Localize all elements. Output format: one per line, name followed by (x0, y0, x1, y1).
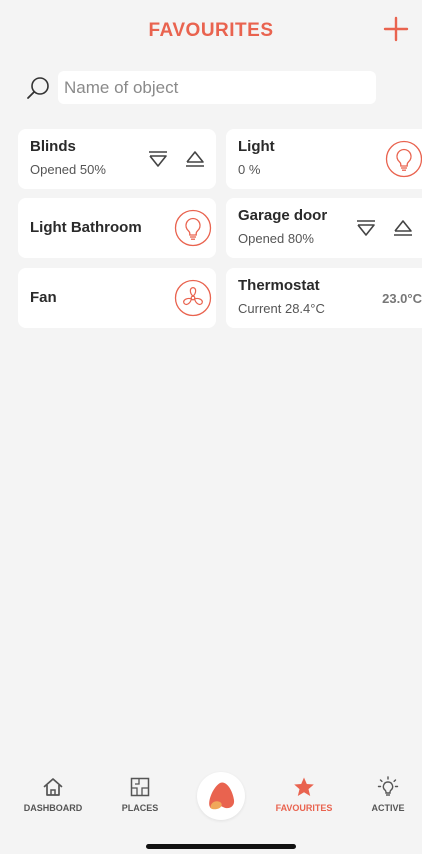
lightbulb-icon (377, 776, 399, 798)
card-garage-door[interactable]: Garage door Opened 80% (226, 198, 422, 258)
nav-label: ACTIVE (371, 803, 405, 813)
card-name: Blinds (30, 138, 76, 155)
card-light[interactable]: Light 0 % (226, 129, 422, 189)
thermostat-setpoint[interactable]: 23.0°C (382, 291, 422, 306)
home-icon (42, 776, 64, 798)
search-bar (0, 70, 422, 106)
search-icon[interactable] (26, 75, 52, 101)
card-thermostat[interactable]: Thermostat Current 28.4°C 23.0°C (226, 268, 422, 328)
fan-icon[interactable] (174, 279, 212, 317)
card-blinds[interactable]: Blinds Opened 50% (18, 129, 216, 189)
bottom-nav: DASHBOARD PLACES FAVOURITES ACTIVE (0, 766, 422, 836)
nav-item-active[interactable]: ACTIVE (346, 776, 422, 816)
card-fan[interactable]: Fan (18, 268, 216, 328)
nav-item-dashboard[interactable]: DASHBOARD (11, 776, 95, 816)
lightbulb-icon[interactable] (174, 209, 212, 247)
favourites-screen: FAVOURITES Blinds Opened 50% Light 0 % L… (0, 0, 422, 854)
garage-down-arrow-icon[interactable] (355, 218, 377, 238)
page-title: FAVOURITES (148, 20, 274, 41)
nav-item-favourites[interactable]: FAVOURITES (262, 776, 346, 816)
star-icon (293, 776, 315, 798)
blinds-down-arrow-icon[interactable] (147, 149, 169, 169)
card-status: Opened 50% (30, 162, 106, 177)
plus-icon[interactable] (380, 13, 412, 45)
card-name: Fan (30, 289, 57, 306)
app-logo-icon[interactable] (197, 772, 245, 820)
card-name: Garage door (238, 207, 328, 224)
nav-label: PLACES (121, 803, 159, 813)
blinds-up-arrow-icon[interactable] (184, 149, 206, 169)
card-name: Light Bathroom (30, 219, 142, 236)
header: FAVOURITES (0, 0, 422, 64)
search-input[interactable] (58, 71, 376, 104)
card-status: 0 % (238, 162, 261, 177)
card-name: Thermostat (238, 277, 320, 294)
home-indicator (146, 844, 296, 849)
card-name: Light (238, 138, 275, 155)
nav-label: DASHBOARD (23, 803, 83, 813)
floorplan-icon (129, 776, 151, 798)
nav-label: FAVOURITES (275, 803, 333, 813)
card-light-bathroom[interactable]: Light Bathroom (18, 198, 216, 258)
card-status: Opened 80% (238, 231, 314, 246)
lightbulb-icon[interactable] (385, 140, 422, 178)
nav-item-places[interactable]: PLACES (98, 776, 182, 816)
garage-up-arrow-icon[interactable] (392, 218, 414, 238)
card-status: Current 28.4°C (238, 301, 325, 316)
